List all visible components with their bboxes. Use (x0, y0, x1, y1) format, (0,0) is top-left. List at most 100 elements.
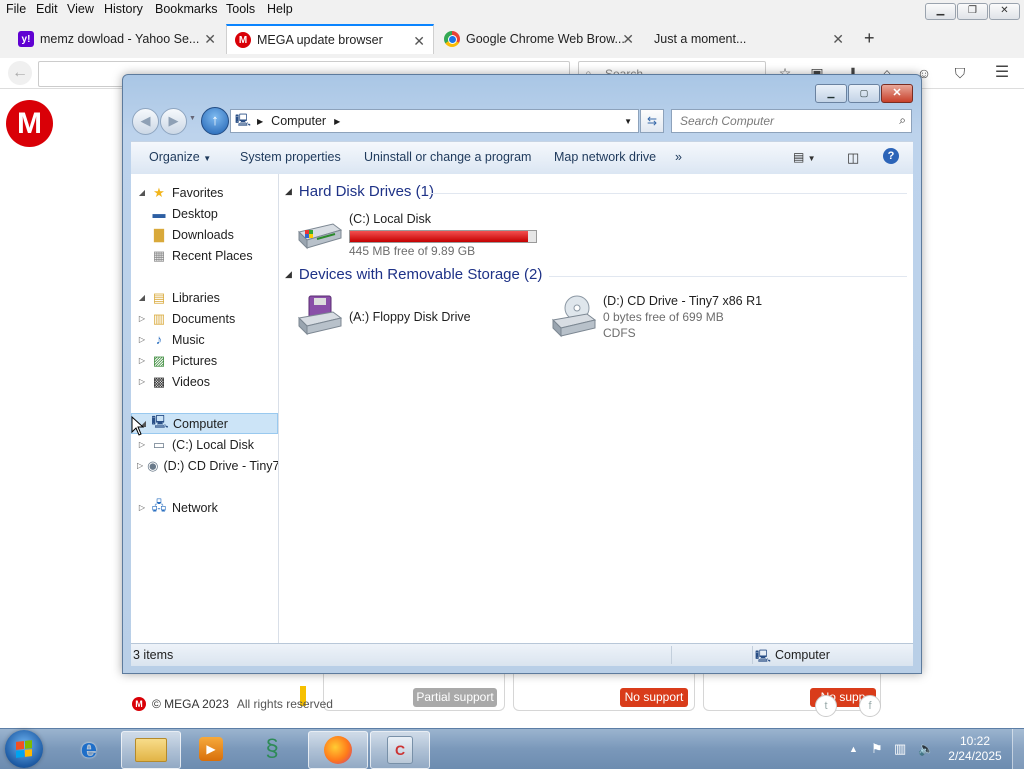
show-desktop-button[interactable] (1012, 729, 1024, 769)
map-network-drive-button[interactable]: Map network drive (554, 150, 656, 164)
network-status-icon[interactable]: ▥ (894, 741, 906, 757)
computer-icon: 🖳 (235, 112, 252, 127)
recent-pages-chevron-icon[interactable]: ▼ (189, 115, 196, 122)
system-properties-button[interactable]: System properties (240, 150, 341, 164)
search-computer-box[interactable]: Search Computer ⌕ (671, 109, 912, 133)
address-dropdown-icon[interactable]: ▼ (624, 117, 632, 126)
volume-muted-icon[interactable]: 🔈 (918, 741, 934, 757)
drive-name: (C:) Local Disk (349, 212, 431, 226)
hamburger-menu-icon[interactable]: ☰ (993, 64, 1011, 82)
close-tab-icon[interactable]: ✕ (204, 31, 216, 48)
expanded-arrow-icon[interactable]: ◢ (137, 293, 147, 302)
firefox-minimize-button[interactable]: ▁ (925, 3, 956, 20)
close-button[interactable]: ✕ (881, 84, 913, 103)
collapsed-arrow-icon[interactable]: ▷ (137, 461, 143, 470)
close-tab-icon[interactable]: ✕ (622, 31, 634, 48)
group-title: Hard Disk Drives (1) (298, 183, 434, 200)
refresh-button[interactable]: ⇆ (640, 109, 664, 133)
media-player-icon[interactable]: ▶ (182, 731, 240, 767)
close-tab-icon[interactable]: ✕ (413, 33, 425, 50)
firefox-icon[interactable] (308, 731, 368, 769)
drive-filesystem: CDFS (603, 326, 636, 340)
start-button[interactable] (5, 730, 43, 768)
firefox-restore-button[interactable]: ❐ (957, 3, 988, 20)
firefox-close-button[interactable]: ✕ (989, 3, 1020, 20)
explorer-folder-icon[interactable] (121, 731, 181, 769)
snake-app-icon[interactable]: § (243, 731, 301, 767)
address-bar[interactable]: 🖳 ▶ Computer ▶ ▼ (230, 109, 639, 133)
floppy-drive-icon (295, 294, 343, 336)
ccleaner-icon[interactable]: C (370, 731, 430, 769)
nav-pictures[interactable]: ▷ ▨ Pictures (131, 350, 278, 371)
drive-item-c[interactable]: (C:) Local Disk 445 MB free of 9.89 GB (295, 212, 545, 260)
documents-icon: ▥ (152, 310, 166, 326)
action-center-flag-icon[interactable]: ⚑ (871, 741, 883, 757)
drive-name: (D:) CD Drive - Tiny7 x86 R1 (603, 294, 763, 308)
back-button[interactable]: ◀ (132, 108, 159, 135)
breadcrumb-arrow-icon[interactable]: ▶ (334, 117, 340, 126)
tab-mega-update[interactable]: M MEGA update browser ✕ (226, 24, 434, 54)
no-support-badge: No support (620, 688, 688, 707)
menu-history[interactable]: History (104, 2, 143, 16)
internet-explorer-icon[interactable]: e (60, 731, 118, 767)
uninstall-program-button[interactable]: Uninstall or change a program (364, 150, 531, 164)
minimize-button[interactable]: ▁ (815, 84, 847, 103)
back-arrow-icon[interactable]: ← (8, 61, 32, 85)
new-tab-button[interactable]: + (864, 28, 875, 49)
tray-expand-icon[interactable]: ▲ (849, 744, 858, 754)
tab-yahoo-search[interactable]: y! memz dowload - Yahoo Se... ✕ (18, 24, 224, 54)
maximize-button[interactable]: ▢ (848, 84, 880, 103)
menu-file[interactable]: File (6, 2, 26, 16)
view-options-icon[interactable]: ▤ ▼ (793, 150, 816, 164)
pocket-icon[interactable]: ⛉ (951, 64, 969, 82)
menu-bookmarks[interactable]: Bookmarks (155, 2, 218, 16)
forward-button[interactable]: ▶ (160, 108, 187, 135)
drive-item-d[interactable]: (D:) CD Drive - Tiny7 x86 R1 0 bytes fre… (549, 294, 809, 344)
mega-footer: M © MEGA 2023 All rights reserved (132, 697, 333, 711)
more-commands-button[interactable]: » (675, 150, 682, 164)
help-icon[interactable]: ? (883, 148, 899, 164)
facebook-icon[interactable]: f (859, 695, 881, 717)
nav-downloads[interactable]: ▇ Downloads (131, 224, 278, 245)
nav-recent-places[interactable]: ▦ Recent Places (131, 245, 278, 266)
breadcrumb-computer[interactable]: Computer (271, 114, 326, 128)
nav-computer[interactable]: ◢ 🖳 Computer (131, 413, 278, 434)
nav-music[interactable]: ▷ ♪ Music (131, 329, 278, 350)
nav-favorites[interactable]: ◢ ★ Favorites (131, 182, 278, 203)
system-clock[interactable]: 10:22 2/24/2025 (946, 734, 1004, 764)
nav-libraries[interactable]: ◢ ▤ Libraries (131, 287, 278, 308)
organize-button[interactable]: Organize ▼ (149, 150, 211, 164)
close-tab-icon[interactable]: ✕ (832, 31, 844, 48)
collapsed-arrow-icon[interactable]: ▷ (137, 440, 147, 449)
collapsed-arrow-icon[interactable]: ▷ (137, 503, 147, 512)
menu-edit[interactable]: Edit (36, 2, 58, 16)
menu-tools[interactable]: Tools (226, 2, 255, 16)
taskbar: e ▶ § C ▲ ⚑ ▥ 🔈 10:22 2/24/2025 (0, 728, 1024, 769)
nav-c-drive[interactable]: ▷ ▭ (C:) Local Disk (131, 434, 278, 455)
nav-desktop[interactable]: ▬ Desktop (131, 203, 278, 224)
group-header-removable[interactable]: ◢ Devices with Removable Storage (2) (285, 266, 542, 283)
menu-view[interactable]: View (67, 2, 94, 16)
nav-documents[interactable]: ▷ ▥ Documents (131, 308, 278, 329)
collapsed-arrow-icon[interactable]: ▷ (137, 335, 147, 344)
search-placeholder: Search Computer (680, 114, 775, 128)
breadcrumb-arrow-icon[interactable]: ▶ (257, 117, 263, 126)
preview-pane-icon[interactable]: ◫ (847, 150, 859, 166)
drive-item-a[interactable]: (A:) Floppy Disk Drive (295, 294, 525, 338)
nav-label: Videos (172, 374, 210, 389)
clock-time: 10:22 (959, 734, 991, 748)
up-arrow-icon[interactable]: ↑ (201, 107, 229, 135)
tab-just-a-moment[interactable]: Just a moment... ✕ (646, 24, 852, 54)
menu-help[interactable]: Help (267, 2, 293, 16)
tab-chrome-download[interactable]: Google Chrome Web Brow... ✕ (444, 24, 642, 54)
collapsed-arrow-icon[interactable]: ▷ (137, 356, 147, 365)
mouse-cursor-icon (131, 416, 145, 436)
nav-videos[interactable]: ▷ ▩ Videos (131, 371, 278, 392)
twitter-icon[interactable]: t (815, 695, 837, 717)
nav-d-drive[interactable]: ▷ ◉ (D:) CD Drive - Tiny7 x86 R1 (131, 455, 278, 476)
collapsed-arrow-icon[interactable]: ▷ (137, 377, 147, 386)
group-header-hard-disks[interactable]: ◢ Hard Disk Drives (1) (285, 183, 434, 200)
collapsed-arrow-icon[interactable]: ▷ (137, 314, 147, 323)
nav-network[interactable]: ▷ 🖧 Network (131, 497, 278, 518)
expanded-arrow-icon[interactable]: ◢ (137, 188, 147, 197)
